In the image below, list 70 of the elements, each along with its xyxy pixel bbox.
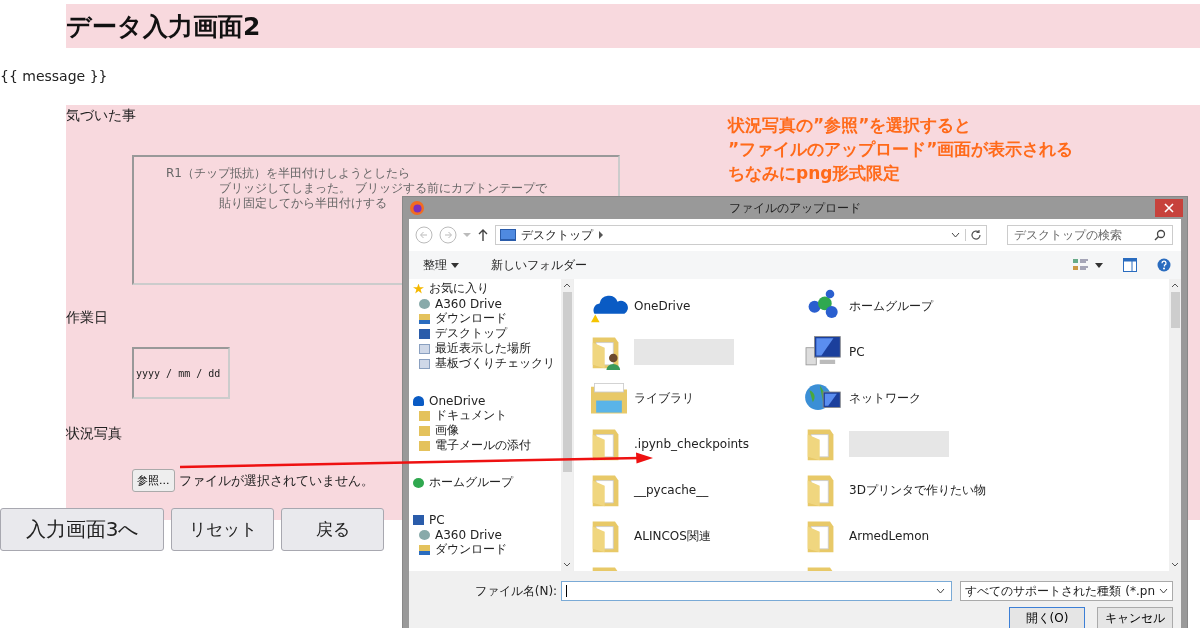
message-text: {{ message }} — [0, 68, 109, 86]
date-field[interactable]: yyyy / mm / dd — [132, 347, 230, 399]
nav-item[interactable]: A360 Drive — [413, 527, 561, 542]
view-options-icon[interactable] — [1073, 258, 1089, 272]
item-name[interactable]: PC — [849, 345, 865, 359]
item-name[interactable]: OneDrive — [634, 299, 691, 313]
file-type-select[interactable]: すべてのサポートされた種類 (*.pn — [960, 581, 1173, 601]
scroll-thumb[interactable] — [562, 292, 572, 472]
nav-item[interactable]: PC — [413, 512, 561, 527]
browse-button[interactable]: 参照... — [132, 469, 175, 492]
filename-field[interactable] — [561, 581, 953, 601]
form-button[interactable]: 入力画面3へ — [0, 508, 164, 551]
item-name[interactable]: ライブラリ — [634, 389, 694, 407]
nav-item[interactable]: ドキュメント — [413, 408, 561, 423]
library-icon[interactable] — [588, 380, 630, 416]
preview-pane-icon[interactable] — [1123, 258, 1137, 272]
item-name[interactable]: ネットワーク — [849, 389, 921, 407]
toolbar-button[interactable]: 新しいフォルダー — [485, 255, 593, 275]
caret-icon — [451, 262, 459, 268]
nav-item[interactable]: ダウンロード — [413, 542, 561, 557]
scroll-thumb[interactable] — [1170, 292, 1180, 328]
scrollbar[interactable] — [1169, 279, 1181, 571]
item-name[interactable]: 3Dプリンタで作りたい物 — [849, 481, 986, 499]
filename-label: ファイル名(N): — [473, 582, 558, 600]
item-name[interactable]: ALINCOS関連 — [634, 527, 711, 545]
browser-icon — [409, 200, 425, 216]
scroll-down-icon[interactable] — [1171, 562, 1179, 567]
field-label: 気づいた事 — [66, 107, 136, 125]
nav-item[interactable]: OneDrive — [413, 393, 561, 408]
scroll-up-icon[interactable] — [563, 283, 571, 288]
form-button[interactable]: 戻る — [281, 508, 384, 551]
field-label: 状況写真 — [66, 425, 122, 443]
nav-item[interactable]: 画像 — [413, 423, 561, 438]
nav-item[interactable]: ホームグループ — [413, 475, 561, 490]
item-name[interactable]: ホームグループ — [849, 297, 933, 315]
dialog-button[interactable]: キャンセル — [1097, 607, 1173, 628]
nav-item[interactable]: 最近表示した場所 — [413, 341, 561, 356]
field-label: 作業日 — [66, 309, 108, 327]
search-field[interactable]: デスクトップの検索 — [1007, 225, 1173, 245]
nav-item[interactable]: 電子メールの添付 — [413, 438, 561, 453]
dialog-button[interactable]: 開く(O) — [1009, 607, 1085, 628]
scroll-down-icon[interactable] — [563, 562, 571, 567]
item-name[interactable]: __pycache__ — [634, 483, 709, 497]
nav-item[interactable]: デスクトップ — [413, 326, 561, 341]
scroll-up-icon[interactable] — [1171, 283, 1179, 288]
dropdown-icon[interactable] — [951, 232, 960, 238]
scrollbar[interactable] — [561, 279, 573, 571]
dialog-title: ファイルのアップロード — [728, 199, 862, 217]
item-name[interactable]: .ipynb_checkpoints — [634, 437, 750, 451]
nav-item[interactable]: ダウンロード — [413, 311, 561, 326]
search-icon — [1154, 229, 1166, 241]
caret-icon[interactable] — [1095, 262, 1103, 268]
desktop-icon — [500, 229, 516, 241]
nav-item[interactable]: A360 Drive — [413, 296, 561, 311]
close-icon — [1164, 203, 1174, 213]
page-title: データ入力画面2 — [66, 10, 261, 43]
dropdown-icon[interactable] — [936, 588, 946, 594]
help-icon[interactable] — [1157, 258, 1171, 272]
address-bar[interactable]: デスクトップ — [495, 225, 987, 245]
item-name[interactable]: ArmedLemon — [849, 529, 930, 543]
annotation-text: 状況写真の”参照”を選択すると ”ファイルのアップロード”画面が表示される ちなみにpng形式限定 — [728, 114, 1074, 185]
address-text: デスクトップ — [521, 226, 593, 244]
toolbar-button[interactable]: 整理 — [417, 255, 465, 275]
form-button[interactable]: リセット — [171, 508, 274, 551]
nav-item[interactable]: 基板づくりチェックリ — [413, 356, 561, 371]
chevron-icon — [598, 231, 604, 239]
close-button[interactable] — [1155, 199, 1183, 217]
file-status: ファイルが選択されていません。 — [178, 471, 374, 490]
up-arrow-icon[interactable] — [477, 228, 489, 242]
dropdown-icon — [1159, 588, 1168, 594]
